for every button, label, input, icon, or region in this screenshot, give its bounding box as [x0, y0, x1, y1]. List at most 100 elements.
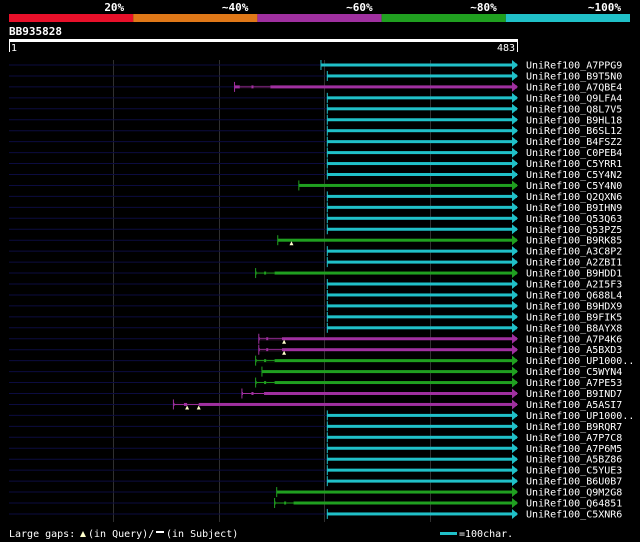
hit-start-tick [326, 70, 328, 81]
hit-label[interactable]: UniRef100_UP1000.. [526, 356, 634, 367]
hit-label[interactable]: UniRef100_A2I5F3 [526, 280, 622, 291]
hit-row[interactable]: UniRef100_B9HDX9 [9, 300, 622, 313]
hit-start-tick [172, 399, 174, 410]
hit-row[interactable]: UniRef100_Q53PZ5 [9, 224, 622, 236]
hit-label[interactable]: UniRef100_Q2QXN6 [526, 192, 622, 203]
hit-label[interactable]: UniRef100_A3C8P2 [526, 247, 622, 258]
hit-label[interactable]: UniRef100_Q53PZ5 [526, 225, 622, 236]
hit-label[interactable]: UniRef100_Q9M2G8 [526, 488, 622, 499]
hit-label[interactable]: UniRef100_B9RQR7 [526, 422, 622, 433]
hit-bar [327, 194, 517, 198]
hit-end-arrow-icon [512, 465, 518, 476]
hit-label[interactable]: UniRef100_A5BXD3 [526, 345, 622, 356]
hit-label[interactable]: UniRef100_B6U0B7 [526, 477, 622, 488]
hit-row[interactable]: UniRef100_A7P4K6 [9, 333, 622, 346]
hit-end-arrow-icon [512, 476, 518, 487]
hit-row[interactable]: UniRef100_A5BXD3 [9, 344, 622, 357]
hit-bar [327, 446, 517, 450]
hit-bar [327, 315, 517, 319]
hit-label[interactable]: UniRef100_C5Y4N0 [526, 181, 622, 192]
hit-label[interactable]: UniRef100_B9IHN9 [526, 203, 622, 214]
alignment-hits: UniRef100_A7PPG9UniRef100_B9T5N0UniRef10… [9, 60, 634, 520]
hit-bar [274, 501, 517, 505]
hit-row[interactable]: UniRef100_C5YUE3 [9, 465, 622, 477]
hit-label[interactable]: UniRef100_B9HDD1 [526, 269, 622, 280]
hit-label[interactable]: UniRef100_B9HL18 [526, 115, 622, 126]
hit-row[interactable]: UniRef100_C5WYN4 [9, 366, 622, 379]
hit-label[interactable]: UniRef100_C5YUE3 [526, 466, 622, 477]
hit-label[interactable]: UniRef100_B8AYX8 [526, 323, 622, 334]
hit-row[interactable]: UniRef100_A3C8P2 [9, 246, 622, 258]
hit-row[interactable]: UniRef100_A7P7C8 [9, 432, 622, 444]
hit-start-tick [326, 432, 328, 443]
hit-row[interactable]: UniRef100_A7PPG9 [9, 60, 622, 72]
hit-label[interactable]: UniRef100_Q53Q63 [526, 214, 622, 225]
hit-row[interactable]: UniRef100_Q8L7V5 [9, 103, 622, 116]
hit-row[interactable]: UniRef100_A5BZ86 [9, 454, 622, 466]
hit-start-tick [326, 454, 328, 465]
hit-row[interactable]: UniRef100_C0PEB4 [9, 147, 622, 160]
hit-row[interactable]: UniRef100_Q688L4 [9, 289, 622, 302]
hit-label[interactable]: UniRef100_A5ASI7 [526, 400, 622, 411]
hit-row[interactable]: UniRef100_B9T5N0 [9, 70, 622, 83]
hit-row[interactable]: UniRef100_B4FSZ2 [9, 136, 622, 149]
hit-label[interactable]: UniRef100_B9HDX9 [526, 301, 622, 312]
hit-row[interactable]: UniRef100_Q9M2G8 [9, 487, 622, 499]
hit-row[interactable]: UniRef100_B9HDD1 [9, 268, 622, 280]
hit-label[interactable]: UniRef100_A7QBE4 [526, 82, 622, 93]
hit-label[interactable]: UniRef100_B9FIK5 [526, 312, 622, 323]
hit-label[interactable]: UniRef100_C0PEB4 [526, 148, 622, 159]
hit-row[interactable]: UniRef100_Q2QXN6 [9, 191, 622, 203]
hit-row[interactable]: UniRef100_C5YRR1 [9, 158, 622, 171]
hit-label[interactable]: UniRef100_C5YRR1 [526, 159, 622, 170]
hit-row[interactable]: UniRef100_Q64851 [9, 498, 622, 510]
hit-label[interactable]: UniRef100_B9T5N0 [526, 71, 622, 82]
hit-label[interactable]: UniRef100_A7P7C8 [526, 433, 622, 444]
hit-label[interactable]: UniRef100_Q9LFA4 [526, 93, 622, 104]
hit-label[interactable]: UniRef100_A5BZ86 [526, 455, 622, 466]
hit-row[interactable]: UniRef100_C5Y4N0 [9, 180, 622, 192]
hit-label[interactable]: UniRef100_Q64851 [526, 499, 622, 510]
hit-row[interactable]: UniRef100_A7PE53 [9, 377, 622, 390]
hit-label[interactable]: UniRef100_Q688L4 [526, 290, 622, 301]
hit-row[interactable]: UniRef100_B9IHN9 [9, 202, 622, 214]
hit-row[interactable]: UniRef100_C5XNR6 [9, 508, 622, 521]
hit-row[interactable]: UniRef100_A2ZBI1 [9, 257, 622, 269]
hit-row[interactable]: UniRef100_B9IND7 [9, 388, 622, 401]
hit-row[interactable]: UniRef100_B9FIK5 [9, 311, 622, 324]
hit-row[interactable]: UniRef100_UP1000.. [9, 355, 634, 368]
hit-row[interactable]: UniRef100_B8AYX8 [9, 322, 622, 335]
hit-bar [327, 260, 517, 264]
hit-bar [255, 271, 517, 275]
hit-label[interactable]: UniRef100_C5WYN4 [526, 367, 622, 378]
hit-row[interactable]: UniRef100_B6SL12 [9, 125, 622, 138]
hit-label[interactable]: UniRef100_B9RK85 [526, 236, 622, 247]
hit-row[interactable]: UniRef100_B9RK85 [9, 235, 622, 247]
hit-end-arrow-icon [512, 344, 518, 355]
hit-row[interactable]: UniRef100_A5ASI7 [9, 399, 622, 411]
hit-label[interactable]: UniRef100_UP1000.. [526, 411, 634, 422]
hit-row[interactable]: UniRef100_A7P6M5 [9, 443, 622, 455]
hit-label[interactable]: UniRef100_C5XNR6 [526, 509, 622, 520]
hit-row[interactable]: UniRef100_UP1000.. [9, 410, 634, 422]
hit-row[interactable]: UniRef100_A7QBE4 [9, 81, 622, 94]
hit-label[interactable]: UniRef100_B4FSZ2 [526, 137, 622, 148]
hit-end-arrow-icon [512, 355, 518, 366]
hit-label[interactable]: UniRef100_A7PPG9 [526, 61, 622, 72]
hit-row[interactable]: UniRef100_B6U0B7 [9, 476, 622, 488]
hit-label[interactable]: UniRef100_C5Y4N2 [526, 170, 622, 181]
hit-label[interactable]: UniRef100_Q8L7V5 [526, 104, 622, 115]
hit-row[interactable]: UniRef100_A2I5F3 [9, 279, 622, 291]
hit-label[interactable]: UniRef100_A7P6M5 [526, 444, 622, 455]
hit-row[interactable]: UniRef100_Q9LFA4 [9, 92, 622, 105]
hit-label[interactable]: UniRef100_A7P4K6 [526, 334, 622, 345]
hit-row[interactable]: UniRef100_B9HL18 [9, 114, 622, 127]
hit-label[interactable]: UniRef100_A7PE53 [526, 378, 622, 389]
hit-label[interactable]: UniRef100_A2ZBI1 [526, 258, 622, 269]
hit-row[interactable]: UniRef100_Q53Q63 [9, 213, 622, 225]
hit-label[interactable]: UniRef100_B9IND7 [526, 389, 622, 400]
hit-label[interactable]: UniRef100_B6SL12 [526, 126, 622, 137]
hit-row[interactable]: UniRef100_C5Y4N2 [9, 169, 622, 182]
hit-bar [327, 140, 517, 144]
hit-row[interactable]: UniRef100_B9RQR7 [9, 421, 622, 433]
